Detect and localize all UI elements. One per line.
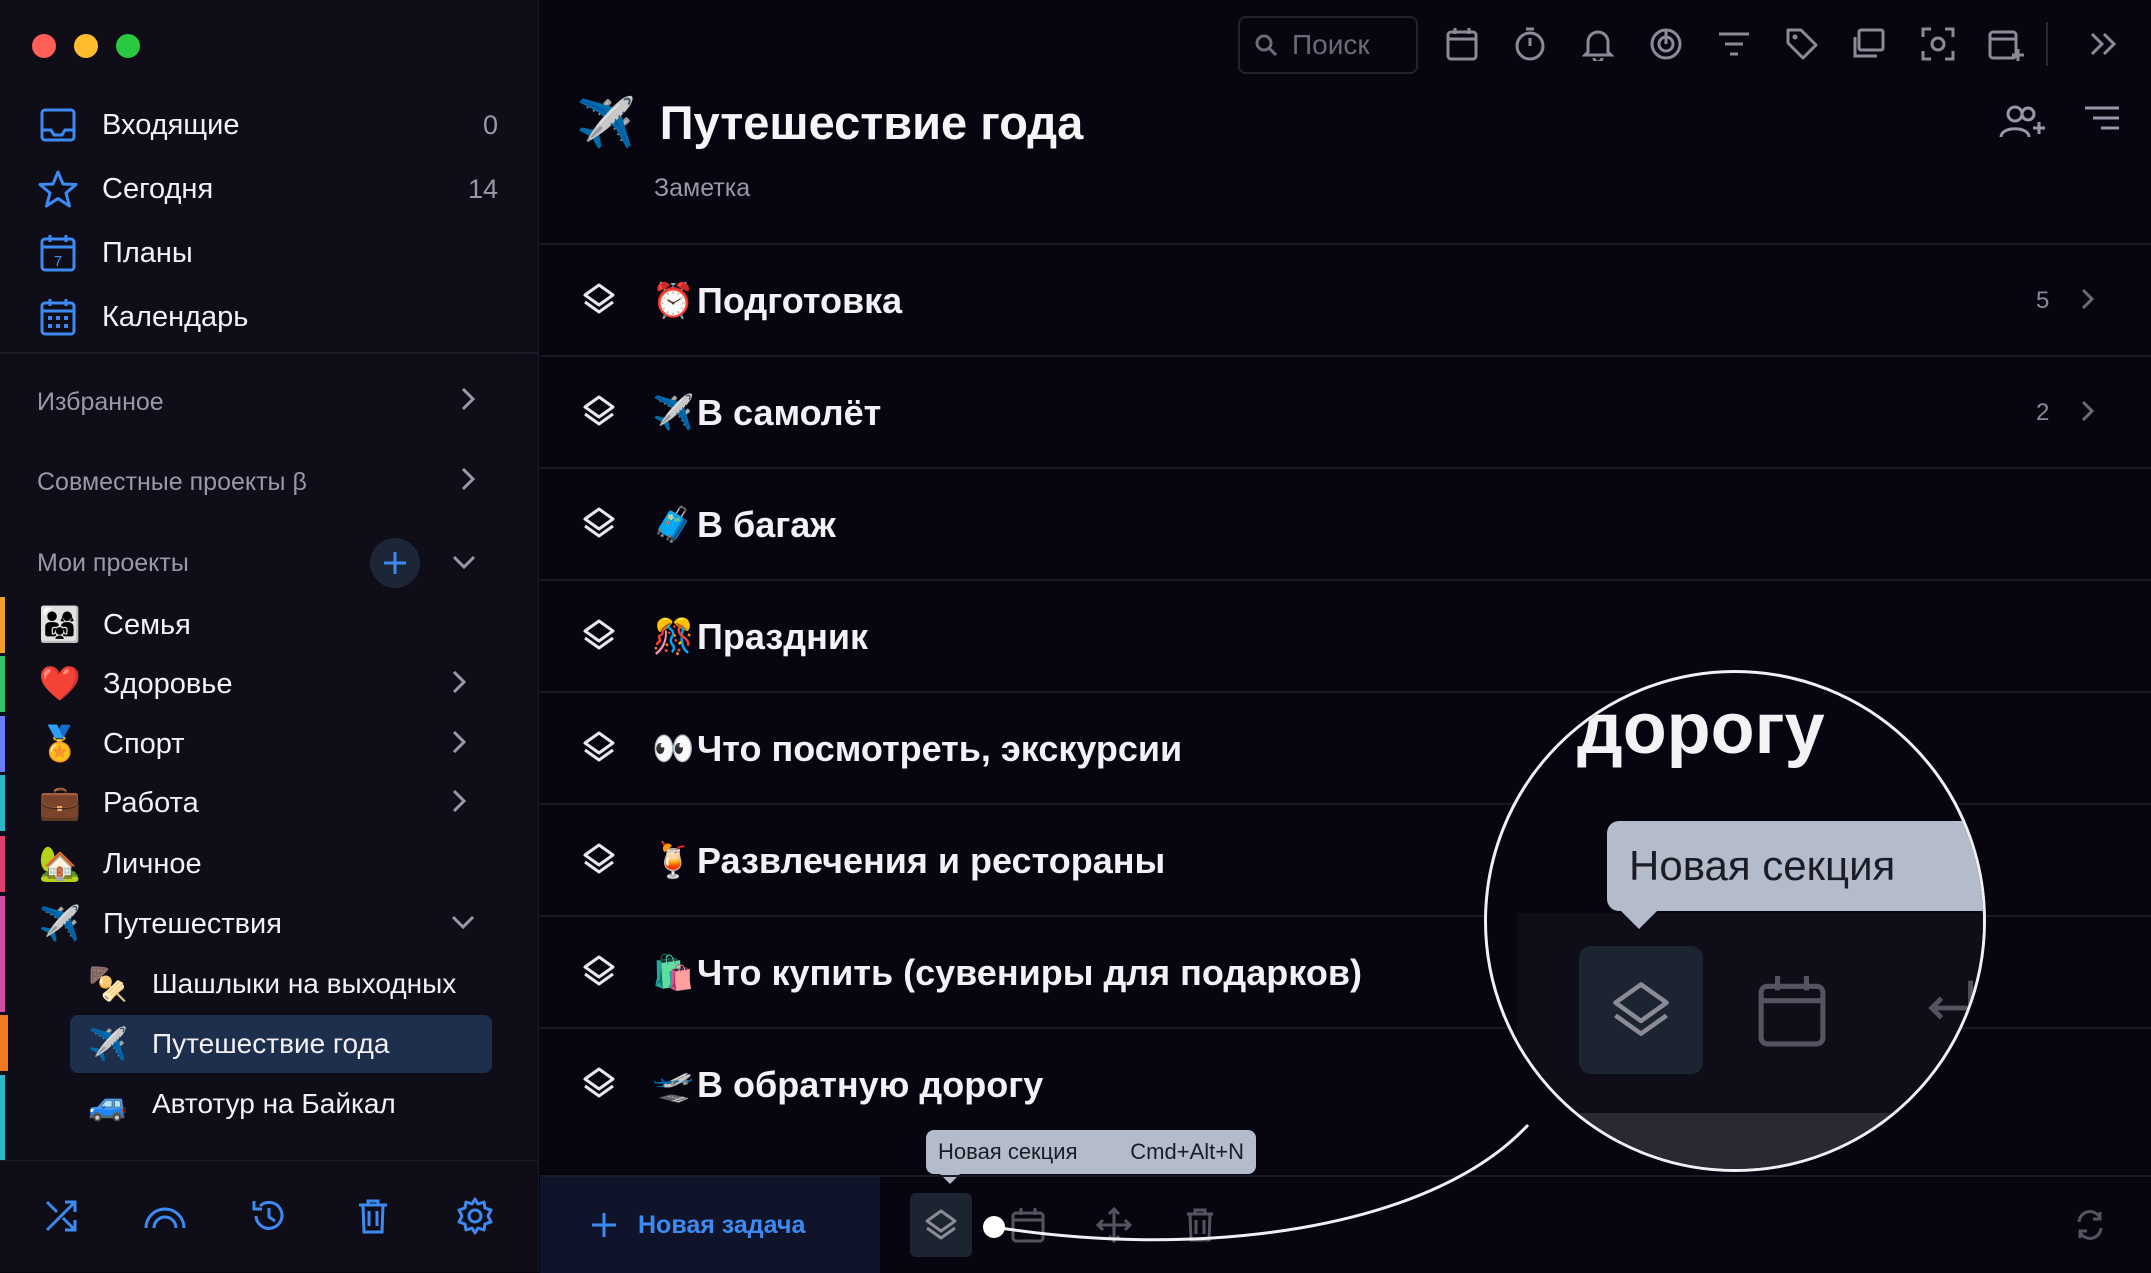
magnified-new-section-button: [1579, 946, 1703, 1074]
layers-icon: [1613, 982, 1669, 1036]
magnified-word: дорогу: [1577, 689, 1825, 769]
magnified-divider: [1487, 1113, 1983, 1169]
move-icon: [1927, 973, 1983, 1048]
magnified-tooltip-label: Новая секция: [1629, 842, 1896, 889]
magnified-tooltip: Новая секция: [1607, 821, 1983, 929]
calendar-icon: [1757, 973, 1827, 1054]
callout-dot: [983, 1216, 1005, 1238]
app-window: Входящие 0 Сегодня 14 7 Планы Календарь …: [0, 0, 2151, 1273]
magnifier-callout: дорогу Новая секция: [1484, 670, 1986, 1172]
